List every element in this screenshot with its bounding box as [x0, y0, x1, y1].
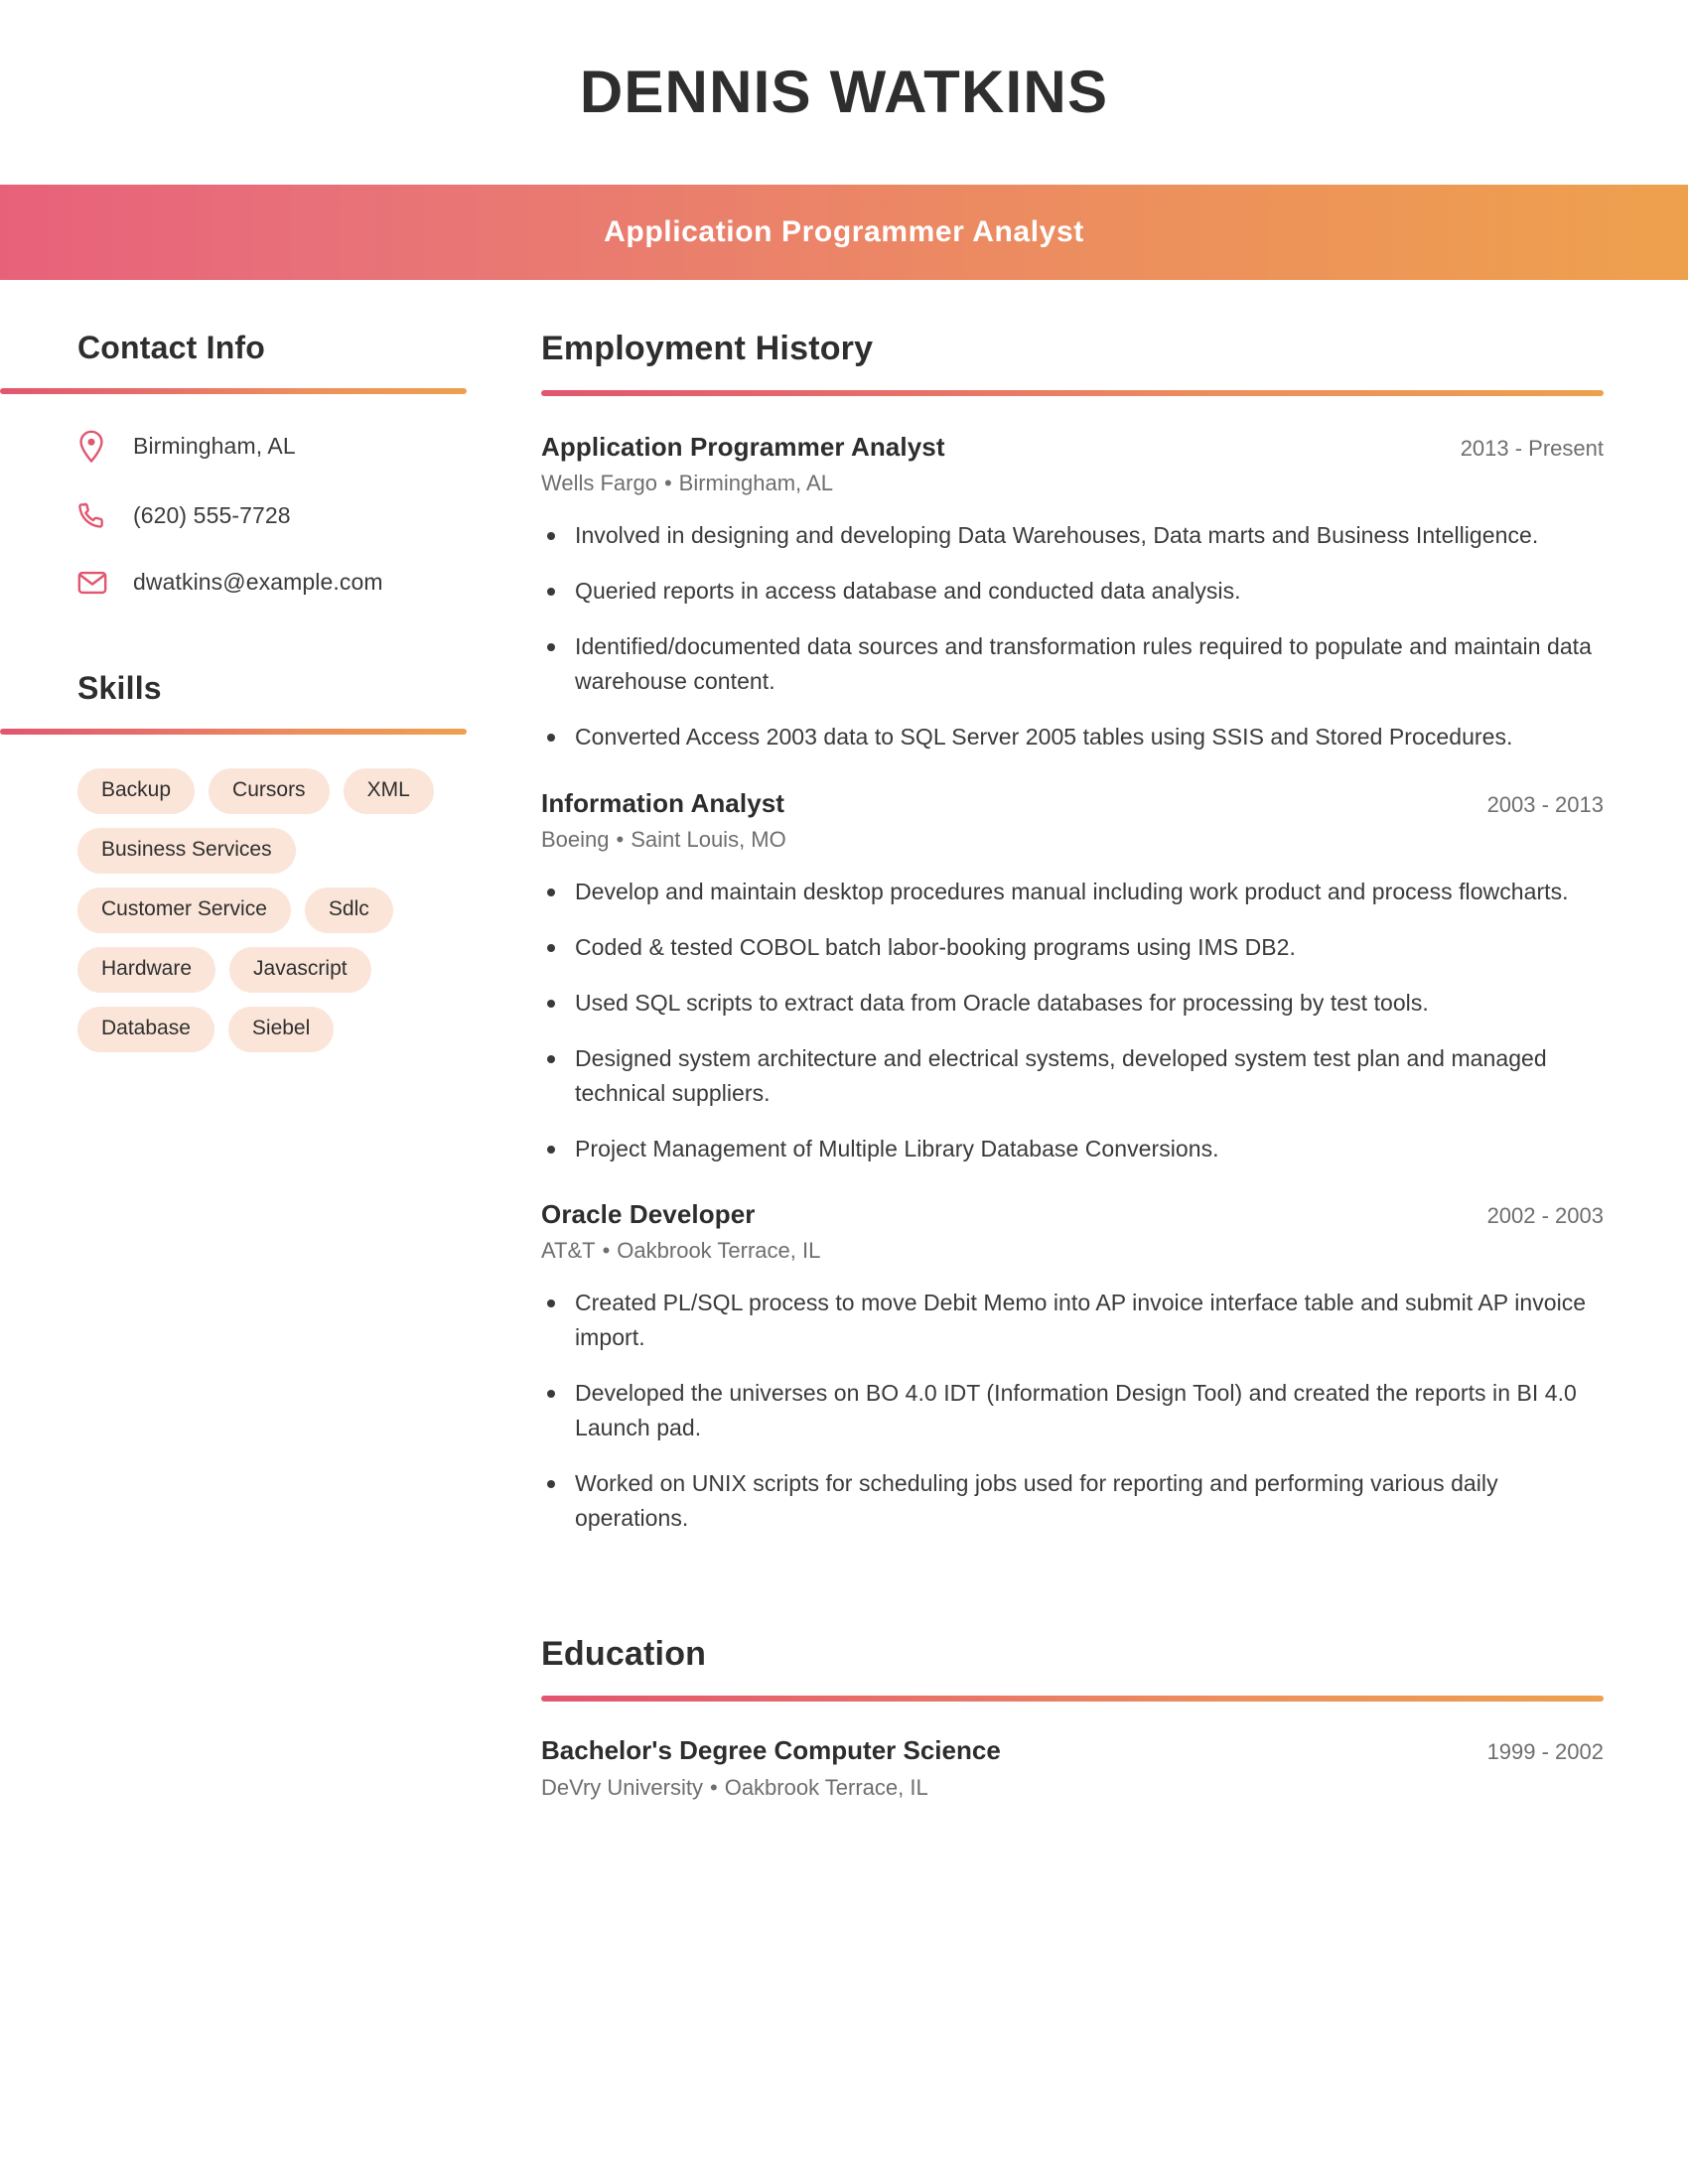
employment-history-heading: Employment History — [541, 330, 874, 367]
job-location: Birmingham, AL — [678, 471, 833, 495]
skills-section: Skills Backup Cursors XML Business Services… — [0, 670, 467, 1053]
job-entry: Application Programmer Analyst 2013 - Pre… — [541, 432, 1604, 754]
education-heading: Education — [541, 1635, 707, 1674]
envelope-icon — [77, 570, 111, 596]
job-bullet-list: Involved in designing and developing Dat… — [541, 518, 1604, 754]
contact-item-location[interactable]: Birmingham, AL — [77, 430, 467, 464]
resume-header: Dennis Watkins — [0, 0, 1688, 185]
skill-pill: Database — [77, 1007, 214, 1053]
separator-dot: • — [602, 1238, 611, 1264]
job-bullet: Involved in designing and developing Dat… — [541, 518, 1604, 553]
job-bullet: Used SQL scripts to extract data from Or… — [541, 986, 1604, 1021]
sidebar: Contact Info Birmingham, AL (620) 555-77… — [0, 330, 467, 1053]
job-bullet: Develop and maintain desktop procedures … — [541, 875, 1604, 909]
job-header: Information Analyst 2003 - 2013 — [541, 788, 1604, 819]
job-company: AT&T — [541, 1238, 596, 1264]
job-header: Oracle Developer 2002 - 2003 — [541, 1199, 1604, 1230]
education-entry: Bachelor's Degree Computer Science 1999 -… — [541, 1735, 1604, 1801]
skills-rule — [0, 728, 467, 735]
job-bullet-list: Develop and maintain desktop procedures … — [541, 875, 1604, 1166]
job-bullet: Created PL/SQL process to move Debit Mem… — [541, 1286, 1604, 1355]
job-title-subtitle: Application Programmer Analyst — [604, 215, 1084, 248]
job-title: Application Programmer Analyst — [541, 432, 945, 462]
job-company-location: Wells Fargo • Birmingham, AL — [541, 471, 1604, 496]
skill-pill: Siebel — [227, 1007, 335, 1053]
job-entry: Oracle Developer 2002 - 2003 AT&T • Oakbrook… — [541, 1199, 1604, 1536]
job-company: Boeing — [541, 826, 610, 852]
job-location: Saint Louis, MO — [631, 826, 786, 852]
job-entry: Information Analyst 2003 - 2013 Boeing • Sai… — [541, 788, 1604, 1166]
skills-list: Backup Cursors XML Business Services Custome… — [0, 767, 467, 1053]
job-bullet: Developed the universes on BO 4.0 IDT (I… — [541, 1376, 1604, 1445]
job-location: Oakbrook Terrace, IL — [617, 1238, 821, 1264]
job-header: Application Programmer Analyst 2013 - Pre… — [541, 432, 1604, 463]
job-dates: 2013 - Present — [1460, 436, 1604, 461]
skill-pill: Business Services — [77, 827, 296, 874]
phone-icon — [77, 501, 111, 531]
job-company: Wells Fargo — [541, 471, 657, 495]
education-school-location: DeVry University • Oakbrook Terrace, IL — [541, 1775, 1604, 1801]
job-bullet-list: Created PL/SQL process to move Debit Mem… — [541, 1286, 1604, 1536]
job-dates: 2002 - 2003 — [1486, 1203, 1604, 1229]
jobs-container: Application Programmer Analyst 2013 - Pre… — [541, 432, 1604, 1536]
education-section: Education Bachelor's Degree Computer Sci… — [541, 1635, 1604, 1801]
job-company-location: AT&T • Oakbrook Terrace, IL — [541, 1238, 1604, 1264]
header-subtitle-bar: Application Programmer Analyst — [0, 185, 1688, 280]
contact-item-phone[interactable]: (620) 555-7728 — [77, 501, 467, 531]
job-bullet: Converted Access 2003 data to SQL Server… — [541, 720, 1604, 754]
resume-body: Contact Info Birmingham, AL (620) 555-77… — [0, 280, 1688, 1801]
skill-pill: XML — [343, 767, 434, 814]
contact-list: Birmingham, AL (620) 555-7728 dwatkins@e… — [0, 430, 467, 597]
job-bullet: Project Management of Multiple Library D… — [541, 1132, 1604, 1166]
contact-info-section: Contact Info Birmingham, AL (620) 555-77… — [0, 330, 467, 597]
separator-dot: • — [616, 826, 625, 852]
skill-pill: Sdlc — [304, 887, 393, 934]
contact-item-email[interactable]: dwatkins@example.com — [77, 569, 467, 597]
education-location: Oakbrook Terrace, IL — [724, 1775, 928, 1801]
contact-email-text: dwatkins@example.com — [133, 569, 383, 595]
education-dates: 1999 - 2002 — [1486, 1739, 1604, 1765]
skills-heading: Skills — [77, 669, 162, 706]
contact-info-heading: Contact Info — [77, 330, 266, 365]
education-header: Bachelor's Degree Computer Science 1999 -… — [541, 1735, 1604, 1766]
job-bullet: Coded & tested COBOL batch labor-booking… — [541, 930, 1604, 965]
skill-pill: Backup — [77, 767, 196, 814]
skill-pill: Cursors — [209, 767, 330, 814]
skill-pill: Javascript — [229, 947, 371, 994]
employment-history-rule — [541, 390, 1604, 396]
job-title: Oracle Developer — [541, 1199, 756, 1230]
separator-dot: • — [710, 1775, 718, 1801]
employment-history-section: Employment History Application Programme… — [541, 330, 1604, 1536]
page-title: Dennis Watkins — [579, 59, 1109, 125]
education-school: DeVry University — [541, 1775, 703, 1801]
job-bullet: Queried reports in access database and c… — [541, 574, 1604, 609]
education-container: Bachelor's Degree Computer Science 1999 -… — [541, 1735, 1604, 1801]
separator-dot: • — [663, 471, 672, 495]
job-bullet: Worked on UNIX scripts for scheduling jo… — [541, 1466, 1604, 1536]
skill-pill: Hardware — [77, 947, 216, 994]
contact-info-rule — [0, 388, 467, 394]
job-company-location: Boeing • Saint Louis, MO — [541, 827, 1604, 853]
job-bullet: Designed system architecture and electri… — [541, 1041, 1604, 1111]
skill-pill: Customer Service — [77, 887, 291, 934]
job-title: Information Analyst — [541, 787, 785, 818]
job-dates: 2003 - 2013 — [1486, 791, 1604, 817]
job-bullet: Identified/documented data sources and t… — [541, 629, 1604, 699]
main-content: Employment History Application Programme… — [467, 330, 1688, 1801]
education-rule — [541, 1696, 1604, 1703]
location-pin-icon — [77, 430, 111, 464]
education-degree: Bachelor's Degree Computer Science — [541, 1735, 1001, 1766]
contact-location-text: Birmingham, AL — [133, 433, 296, 460]
contact-phone-text: (620) 555-7728 — [133, 502, 291, 529]
